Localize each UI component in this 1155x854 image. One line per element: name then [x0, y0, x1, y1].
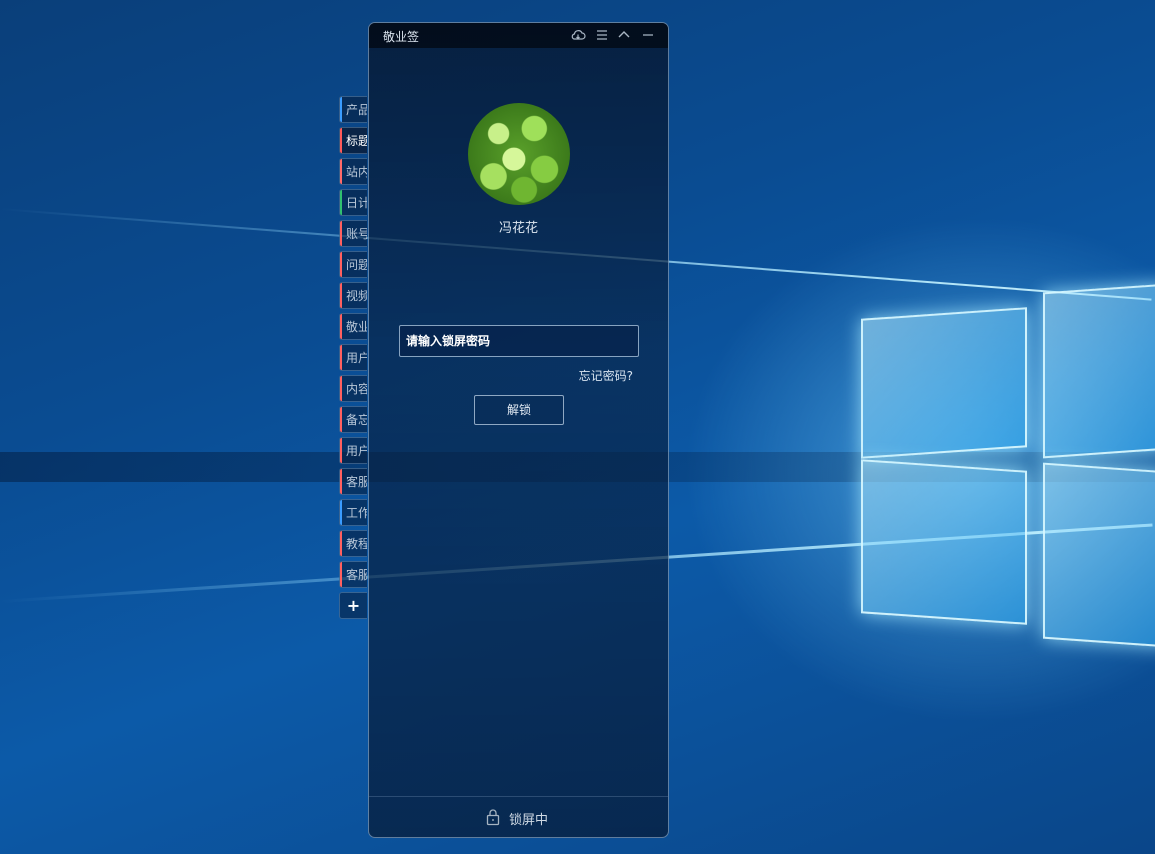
side-tab[interactable]: 站内 [339, 158, 367, 185]
side-tab[interactable]: 日计 [339, 189, 367, 216]
side-tab[interactable]: 账号 [339, 220, 367, 247]
forgot-password-link[interactable]: 忘记密码? [579, 367, 633, 384]
lock-icon [485, 808, 501, 826]
window-title: 敬业签 [383, 30, 420, 44]
side-tab[interactable]: 问题 [339, 251, 367, 278]
collapse-icon[interactable] [616, 27, 632, 43]
side-tab[interactable]: 产品 [339, 96, 367, 123]
lock-status-text: 锁屏中 [509, 813, 549, 828]
side-tab[interactable]: 客服 [339, 468, 367, 495]
lock-password-input[interactable] [399, 325, 639, 357]
app-window: 敬业签 冯花花 忘记密码? 解锁 锁屏中 [368, 22, 669, 838]
side-tab[interactable]: 客服 [339, 561, 367, 588]
avatar [468, 103, 570, 205]
side-tab[interactable]: 敬业 [339, 313, 367, 340]
side-tab[interactable]: 用户 [339, 437, 367, 464]
side-tab[interactable]: 备忘 [339, 406, 367, 433]
username: 冯花花 [498, 221, 538, 236]
windows-logo [855, 283, 1155, 648]
side-tab[interactable]: 视频 [339, 282, 367, 309]
side-tab[interactable]: 用户 [339, 344, 367, 371]
side-tab[interactable]: 工作 [339, 499, 367, 526]
add-tab-button[interactable]: + [339, 592, 367, 619]
menu-icon[interactable] [594, 27, 610, 43]
side-tab-bar: 产品标题站内日计账号问题视频敬业用户内容备忘用户客服工作教程客服+ [339, 96, 369, 623]
minimize-icon[interactable] [640, 27, 656, 43]
side-tab[interactable]: 标题 [339, 127, 367, 154]
cloud-sync-icon[interactable] [570, 27, 586, 43]
unlock-button[interactable]: 解锁 [474, 395, 564, 425]
side-tab[interactable]: 教程 [339, 530, 367, 557]
status-bar: 锁屏中 [369, 796, 668, 837]
side-tab[interactable]: 内容 [339, 375, 367, 402]
title-bar[interactable]: 敬业签 [369, 23, 668, 48]
